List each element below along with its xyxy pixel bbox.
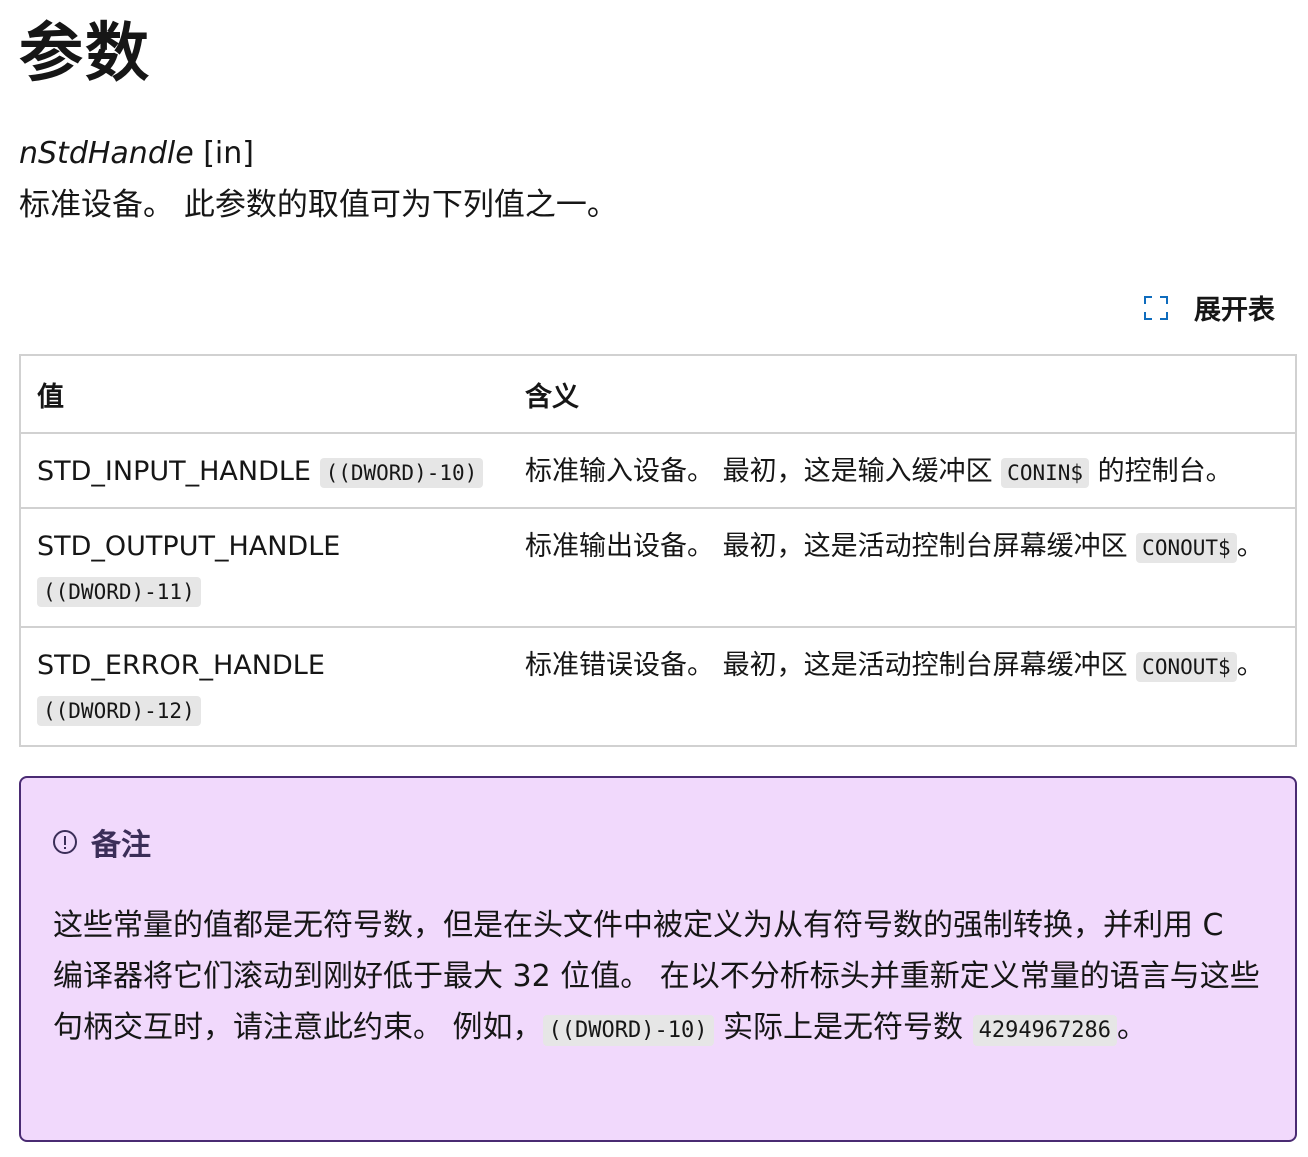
info-icon xyxy=(53,830,77,854)
parameter-direction: [in] xyxy=(203,136,254,171)
expand-icon xyxy=(1144,295,1168,320)
value-cell: STD_INPUT_HANDLE ((DWORD)-10) xyxy=(20,432,509,508)
header-value: 值 xyxy=(20,354,509,433)
constant-name: STD_INPUT_HANDLE xyxy=(37,456,311,487)
parameter-identifier: nStdHandle xyxy=(19,136,194,171)
constant-name: STD_OUTPUT_HANDLE xyxy=(37,531,341,562)
note-body: 这些常量的值都是无符号数，但是在头文件中被定义为从有符号数的强制转换，并利用 C… xyxy=(53,900,1263,1056)
parameter-name: nStdHandle [in] xyxy=(19,134,254,174)
meaning-code: CONIN$ xyxy=(1001,458,1090,488)
meaning-text: 标准错误设备。 最初，这是活动控制台屏幕缓冲区 xyxy=(525,650,1137,681)
note-callout: 备注 这些常量的值都是无符号数，但是在头文件中被定义为从有符号数的强制转换，并利… xyxy=(19,776,1297,1142)
table-row: STD_INPUT_HANDLE ((DWORD)-10) 标准输入设备。 最初… xyxy=(20,432,1296,508)
meaning-text-end: 的控制台。 xyxy=(1089,456,1233,487)
constant-code: ((DWORD)-11) xyxy=(37,577,201,607)
meaning-text-end: 。 xyxy=(1236,531,1264,562)
table-row: STD_OUTPUT_HANDLE ((DWORD)-11) 标准输出设备。 最… xyxy=(20,507,1296,627)
header-meaning: 含义 xyxy=(509,354,1296,433)
meaning-code: CONOUT$ xyxy=(1136,533,1237,563)
page-heading: 参数 xyxy=(19,17,151,91)
meaning-text: 标准输出设备。 最初，这是活动控制台屏幕缓冲区 xyxy=(525,531,1137,562)
table-header-row: 值 含义 xyxy=(20,354,1296,433)
note-code: 4294967286 xyxy=(972,1015,1118,1046)
value-cell: STD_ERROR_HANDLE ((DWORD)-12) xyxy=(20,626,509,746)
constant-code: ((DWORD)-12) xyxy=(37,696,201,726)
note-title: 备注 xyxy=(91,828,151,863)
values-table: 值 含义 STD_INPUT_HANDLE ((DWORD)-10) 标准输入设… xyxy=(19,354,1297,747)
expand-table-button[interactable]: 展开表 xyxy=(1144,288,1275,327)
value-cell: STD_OUTPUT_HANDLE ((DWORD)-11) xyxy=(20,507,509,627)
meaning-cell: 标准错误设备。 最初，这是活动控制台屏幕缓冲区 CONOUT$。 xyxy=(509,626,1296,746)
meaning-code: CONOUT$ xyxy=(1136,652,1237,682)
parameter-description: 标准设备。 此参数的取值可为下列值之一。 xyxy=(19,187,618,223)
constant-code: ((DWORD)-10) xyxy=(319,458,484,488)
expand-table-label: 展开表 xyxy=(1194,295,1275,326)
note-code: ((DWORD)-10) xyxy=(542,1015,714,1046)
meaning-text: 标准输入设备。 最初，这是输入缓冲区 xyxy=(525,456,1002,487)
note-header: 备注 xyxy=(53,820,151,864)
note-text-end: 。 xyxy=(1117,1010,1148,1045)
meaning-cell: 标准输入设备。 最初，这是输入缓冲区 CONIN$ 的控制台。 xyxy=(509,432,1296,508)
note-text: 实际上是无符号数 xyxy=(713,1010,973,1045)
constant-name: STD_ERROR_HANDLE xyxy=(37,650,325,681)
meaning-text-end: 。 xyxy=(1236,650,1264,681)
table-row: STD_ERROR_HANDLE ((DWORD)-12) 标准错误设备。 最初… xyxy=(20,626,1296,746)
meaning-cell: 标准输出设备。 最初，这是活动控制台屏幕缓冲区 CONOUT$。 xyxy=(509,507,1296,627)
